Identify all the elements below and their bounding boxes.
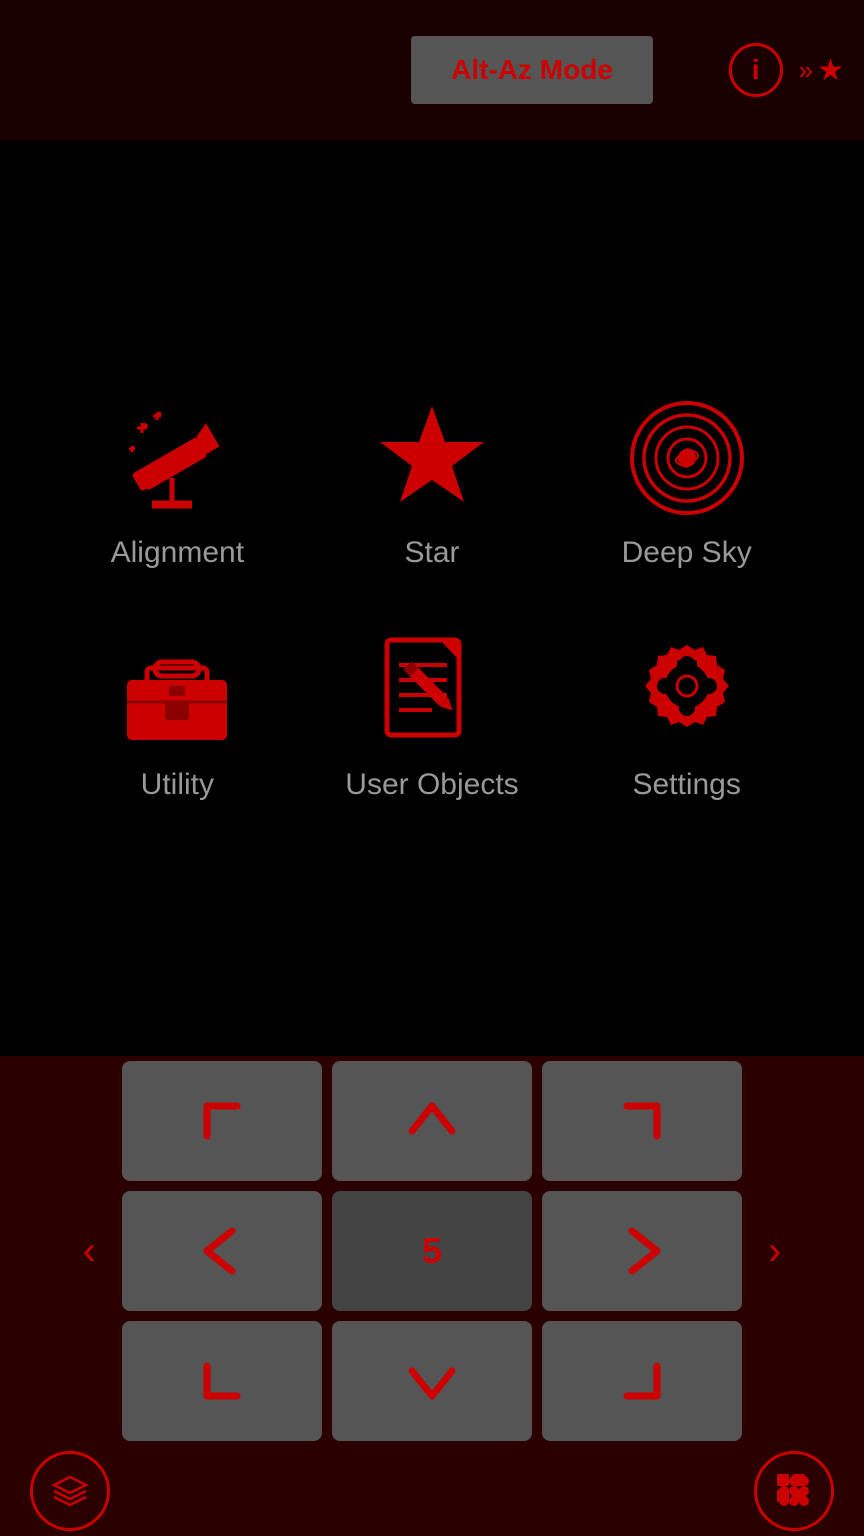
bottom-right-corner-icon <box>612 1351 672 1411</box>
utility-item[interactable]: Utility <box>60 630 295 802</box>
grid-icon <box>772 1469 816 1513</box>
bottom-footer <box>0 1441 864 1531</box>
bottom-left-corner-icon <box>192 1351 252 1411</box>
left-button[interactable] <box>122 1191 322 1311</box>
top-left-corner-button[interactable] <box>122 1061 322 1181</box>
menu-grid: Alignment Star Deep Sky <box>20 398 844 802</box>
speed-value[interactable]: 5 <box>332 1191 532 1311</box>
top-bar: Alt-Az Mode i » ★ <box>0 0 864 140</box>
right-arrow-icon <box>612 1221 672 1281</box>
down-arrow-icon <box>402 1351 462 1411</box>
utility-icon <box>117 630 237 750</box>
deep-sky-label: Deep Sky <box>622 536 752 570</box>
deep-sky-icon <box>627 398 747 518</box>
star-icon: ★ <box>817 53 844 88</box>
settings-label: Settings <box>632 768 740 802</box>
top-right-corner-icon <box>612 1091 672 1151</box>
alt-az-mode-button[interactable]: Alt-Az Mode <box>411 36 653 104</box>
bottom-left-corner-button[interactable] <box>122 1321 322 1441</box>
dpad-container: ‹ <box>0 1061 864 1441</box>
bottom-panel: ‹ <box>0 1056 864 1536</box>
prev-page-button[interactable]: ‹ <box>73 1219 106 1284</box>
layers-button[interactable] <box>30 1451 110 1531</box>
grid-button[interactable] <box>754 1451 834 1531</box>
info-button[interactable]: i <box>729 43 783 97</box>
settings-item[interactable]: Settings <box>569 630 804 802</box>
speed-number: 5 <box>422 1230 442 1272</box>
main-content: Alignment Star Deep Sky <box>0 140 864 1060</box>
user-objects-item[interactable]: User Objects <box>315 630 550 802</box>
deep-sky-item[interactable]: Deep Sky <box>569 398 804 570</box>
left-arrow-icon <box>192 1221 252 1281</box>
star-item[interactable]: Star <box>315 398 550 570</box>
up-button[interactable] <box>332 1061 532 1181</box>
user-objects-label: User Objects <box>345 768 518 802</box>
utility-label: Utility <box>141 768 214 802</box>
star-label: Star <box>404 536 459 570</box>
bottom-right-corner-button[interactable] <box>542 1321 742 1441</box>
alignment-icon <box>117 398 237 518</box>
top-left-corner-icon <box>192 1091 252 1151</box>
chevron-double-right-icon: » <box>799 55 813 86</box>
top-right-corner-button[interactable] <box>542 1061 742 1181</box>
dpad-grid: 5 <box>122 1061 742 1441</box>
user-objects-icon <box>372 630 492 750</box>
favorites-button[interactable]: » ★ <box>799 53 844 88</box>
right-button[interactable] <box>542 1191 742 1311</box>
info-icon-label: i <box>752 54 760 86</box>
next-page-button[interactable]: › <box>758 1219 791 1284</box>
up-arrow-icon <box>402 1091 462 1151</box>
settings-icon <box>627 630 747 750</box>
star-icon-menu <box>372 398 492 518</box>
alignment-item[interactable]: Alignment <box>60 398 295 570</box>
alignment-label: Alignment <box>111 536 244 570</box>
down-button[interactable] <box>332 1321 532 1441</box>
layers-icon <box>48 1469 92 1513</box>
